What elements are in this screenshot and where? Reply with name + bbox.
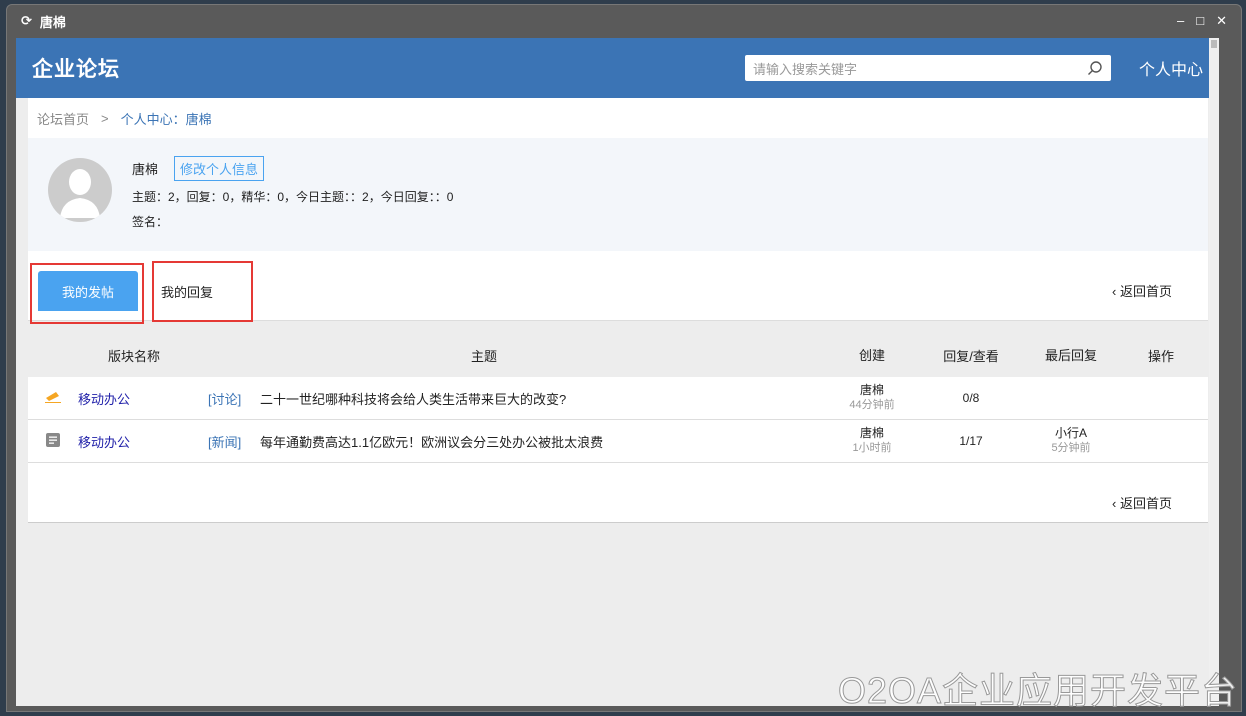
breadcrumb: 论坛首页 > 个人中心：唐棉 (28, 98, 1208, 138)
table-row[interactable]: 移动办公 [讨论] 二十一世纪哪种科技将会给人类生活带来巨大的改变? 唐棉 44分… (28, 377, 1208, 420)
col-actions: 操作 (1147, 348, 1174, 364)
refresh-icon[interactable]: ⟳ (21, 13, 32, 29)
close-button[interactable]: ✕ (1216, 13, 1227, 29)
breadcrumb-current: 个人中心：唐棉 (120, 111, 212, 127)
search-icon[interactable] (1087, 60, 1103, 76)
watermark: O2OA企业应用开发平台 (837, 670, 1238, 712)
reply-view-count: 1/17 (959, 434, 983, 448)
forum-link[interactable]: 移动办公 (78, 389, 208, 408)
reply-view-count: 0/8 (962, 391, 980, 405)
created-time: 44分钟前 (849, 399, 895, 411)
edit-profile-button[interactable]: 修改个人信息 (174, 156, 265, 181)
search-input[interactable]: 请输入搜索关键字 (744, 55, 1111, 81)
search-placeholder: 请输入搜索关键字 (752, 61, 857, 77)
signature: 签名： (132, 215, 169, 229)
topic-link[interactable]: 每年通勤费高达1.1亿欧元！欧洲议会分三处办公被批太浪费 (260, 432, 828, 451)
back-home-link[interactable]: ‹ 返回首页 (1112, 281, 1172, 300)
discussion-icon (28, 390, 78, 407)
post-type: [讨论] (208, 391, 242, 407)
col-last-reply: 最后回复 (1044, 347, 1097, 363)
topic-link[interactable]: 二十一世纪哪种科技将会给人类生活带来巨大的改变? (260, 389, 828, 408)
logo: 企业论坛 (32, 58, 120, 81)
maximize-button[interactable]: □ (1196, 13, 1204, 29)
avatar (48, 158, 112, 222)
table-footer: ‹ 返回首页 (28, 463, 1208, 523)
minimize-button[interactable]: – (1177, 13, 1184, 29)
user-name: 唐棉 (132, 162, 159, 177)
col-topic: 主题 (470, 348, 497, 364)
created-time: 1小时前 (852, 442, 892, 454)
last-reply-user: 小行A (1054, 426, 1087, 440)
news-icon (28, 432, 78, 450)
author: 唐棉 (859, 383, 884, 397)
title-bar: ⟳ 唐棉 (7, 5, 1241, 37)
tab-bar: 我的发帖 我的回复 ‹ 返回首页 (28, 251, 1208, 324)
last-reply-time: 5分钟前 (1051, 442, 1091, 454)
post-type: [新闻] (208, 434, 242, 450)
col-created: 创建 (858, 347, 885, 363)
highlight-box (152, 261, 253, 322)
forum-header: 企业论坛 请输入搜索关键字 个人中心 (16, 38, 1219, 98)
window-title: 唐棉 (39, 14, 66, 30)
breadcrumb-separator: > (101, 110, 109, 126)
breadcrumb-home[interactable]: 论坛首页 (37, 109, 89, 128)
col-counts: 回复/查看 (943, 348, 999, 364)
forum-link[interactable]: 移动办公 (78, 432, 208, 451)
profile-panel: 唐棉 修改个人信息 主题：2，回复：0，精华：0，今日主题：：2，今日回复：：0 … (28, 138, 1208, 251)
table-header: 版块名称 主题 创建 回复/查看 最后回复 操作 (28, 333, 1208, 377)
personal-center-link[interactable]: 个人中心 (1139, 56, 1203, 80)
table-row[interactable]: 移动办公 [新闻] 每年通勤费高达1.1亿欧元！欧洲议会分三处办公被批太浪费 唐… (28, 420, 1208, 463)
col-forum: 版块名称 (108, 348, 161, 364)
user-stats: 主题：2，回复：0，精华：0，今日主题：：2，今日回复：：0 (132, 190, 454, 204)
author: 唐棉 (859, 426, 884, 440)
scrollbar[interactable] (1209, 38, 1219, 706)
app-window: ⟳ 唐棉 – □ ✕ 企业论坛 请输入搜索关键字 个人中心 论坛首页 > 个人中… (6, 4, 1242, 712)
highlight-box (30, 263, 144, 324)
back-home-link-bottom[interactable]: ‹ 返回首页 (1112, 493, 1172, 512)
